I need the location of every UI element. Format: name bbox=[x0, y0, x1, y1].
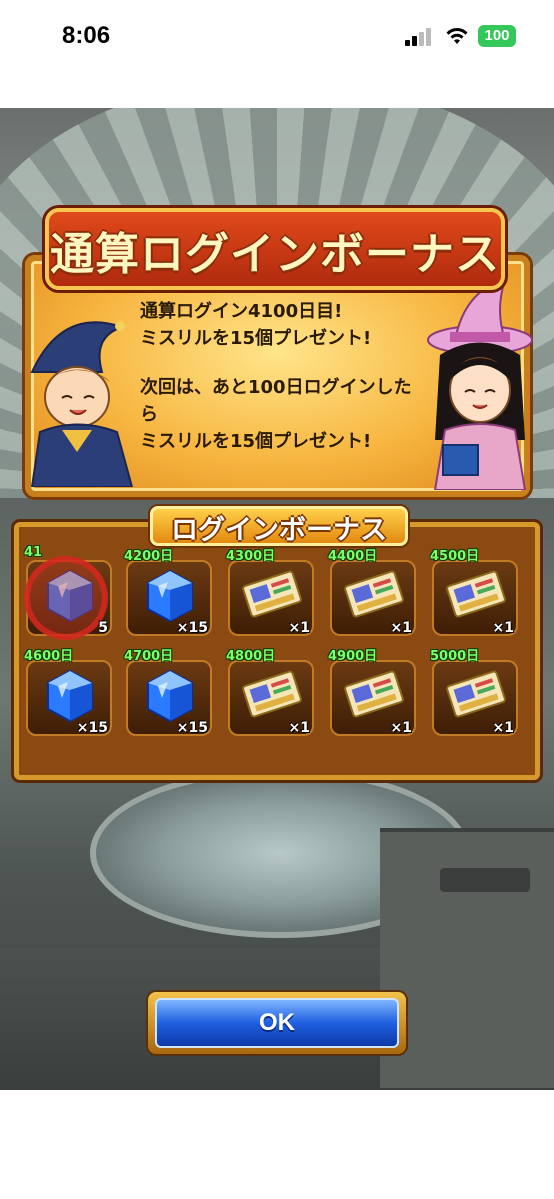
reward-cell: 4900日 ×1 bbox=[326, 648, 418, 738]
banner-line-next-info: 次回は、あと100日ログインした bbox=[140, 377, 412, 398]
reward-quantity: ×1 bbox=[492, 720, 514, 736]
reward-cell: 4800日 ×1 bbox=[224, 648, 316, 738]
girl-wizard-character-icon bbox=[427, 280, 533, 490]
reward-quantity: ×1 bbox=[288, 620, 310, 636]
cellular-signal-icon bbox=[405, 28, 433, 46]
ok-button[interactable]: OK bbox=[155, 998, 399, 1048]
banner-line-current-reward: ミスリルを15個プレゼント! bbox=[140, 328, 372, 349]
reward-cell: 4600日 ×15 bbox=[22, 648, 114, 738]
pipe-background bbox=[440, 868, 530, 892]
reward-day-label: 5000日 bbox=[430, 649, 480, 664]
battery-indicator: 100 bbox=[478, 25, 516, 47]
reward-day-label: 4800日 bbox=[226, 649, 276, 664]
reward-quantity: ×15 bbox=[176, 620, 208, 636]
reward-cell: 5000日 ×1 bbox=[428, 648, 520, 738]
reward-cell: 4700日 ×15 bbox=[122, 648, 214, 738]
reward-day-label: 4400日 bbox=[328, 549, 378, 564]
reward-cell: 4200日 ×15 bbox=[122, 548, 214, 638]
bottom-safe-area bbox=[0, 1090, 554, 1199]
reward-day-label: 4700日 bbox=[124, 649, 174, 664]
reward-quantity: ×1 bbox=[288, 720, 310, 736]
banner-line-next-reward: ミスリルを15個プレゼント! bbox=[140, 431, 372, 452]
claimed-stamp-icon bbox=[24, 556, 108, 640]
status-time: 8:06 bbox=[62, 22, 111, 49]
reward-day-label: 4900日 bbox=[328, 649, 378, 664]
board-title: ログインボーナス bbox=[171, 515, 387, 546]
reward-quantity: ×15 bbox=[176, 720, 208, 736]
machinery-background bbox=[380, 828, 554, 1088]
reward-day-label: 4200日 bbox=[124, 549, 174, 564]
reward-cell: 4300日 ×1 bbox=[224, 548, 316, 638]
banner-title: 通算ログインボーナス bbox=[50, 229, 500, 280]
reward-quantity: ×1 bbox=[390, 620, 412, 636]
reward-day-label: 41 bbox=[24, 545, 43, 560]
boy-wizard-character-icon bbox=[30, 321, 134, 487]
reward-quantity: 5 bbox=[98, 620, 108, 636]
reward-cell: 4500日 ×1 bbox=[428, 548, 520, 638]
banner-message: 通算ログイン4100日目! ミスリルを15個プレゼント! 次回は、あと100日ロ… bbox=[140, 298, 440, 455]
status-bar: 8:06 100 bbox=[0, 0, 554, 72]
reward-quantity: ×1 bbox=[390, 720, 412, 736]
reward-day-label: 4500日 bbox=[430, 549, 480, 564]
reward-cell: 4400日 ×1 bbox=[326, 548, 418, 638]
banner-line-current-day: 通算ログイン4100日目! bbox=[140, 301, 343, 322]
reward-quantity: ×15 bbox=[76, 720, 108, 736]
banner-line-next-info-cont: ら bbox=[140, 404, 158, 425]
wifi-icon bbox=[446, 28, 468, 44]
reward-quantity: ×1 bbox=[492, 620, 514, 636]
reward-day-label: 4600日 bbox=[24, 649, 74, 664]
reward-cell: 41 5 bbox=[22, 545, 114, 640]
reward-day-label: 4300日 bbox=[226, 549, 276, 564]
